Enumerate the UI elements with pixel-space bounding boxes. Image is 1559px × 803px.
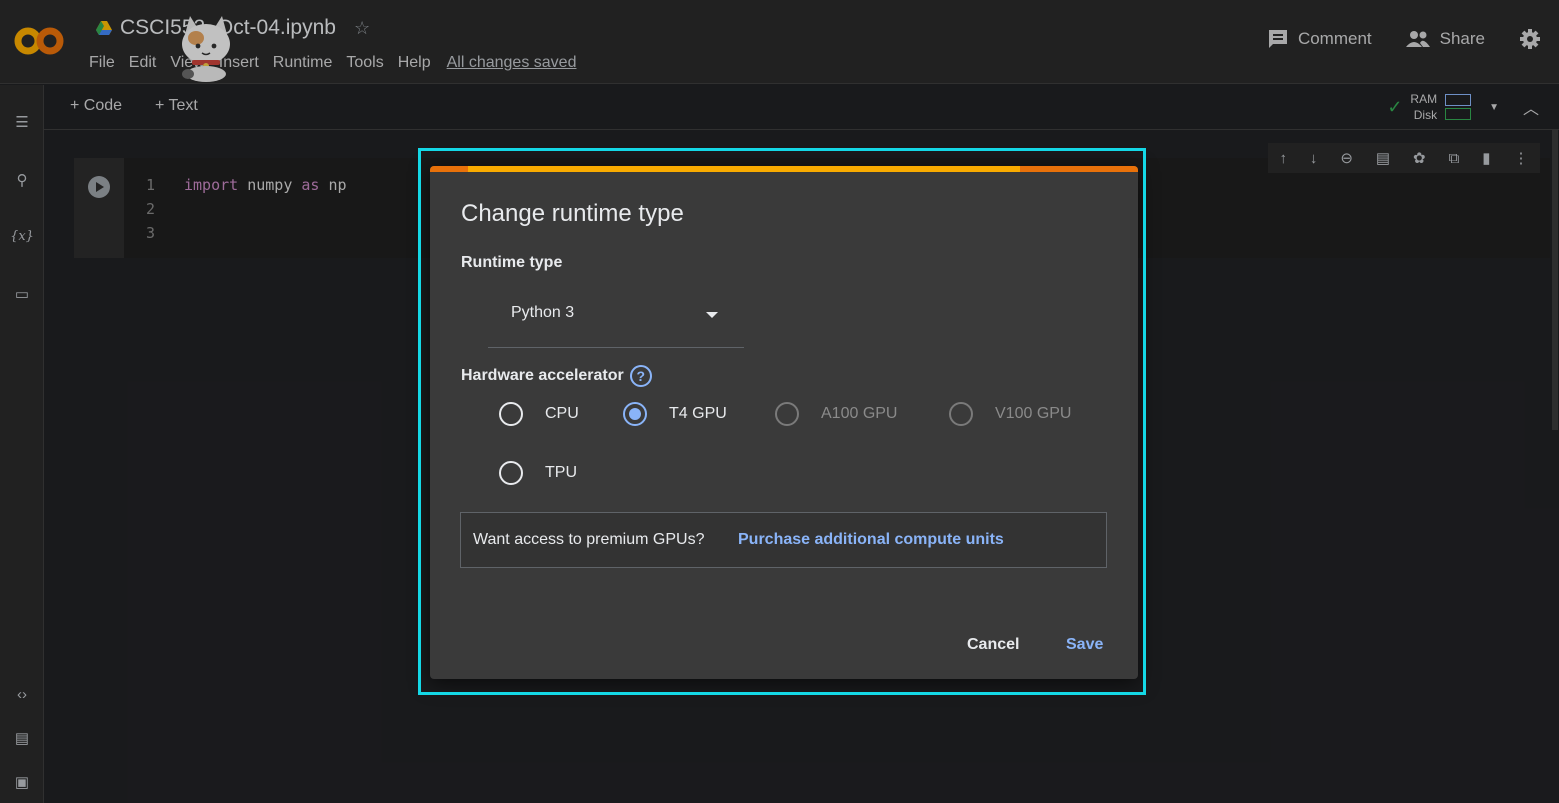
highlight-box xyxy=(418,148,1146,695)
